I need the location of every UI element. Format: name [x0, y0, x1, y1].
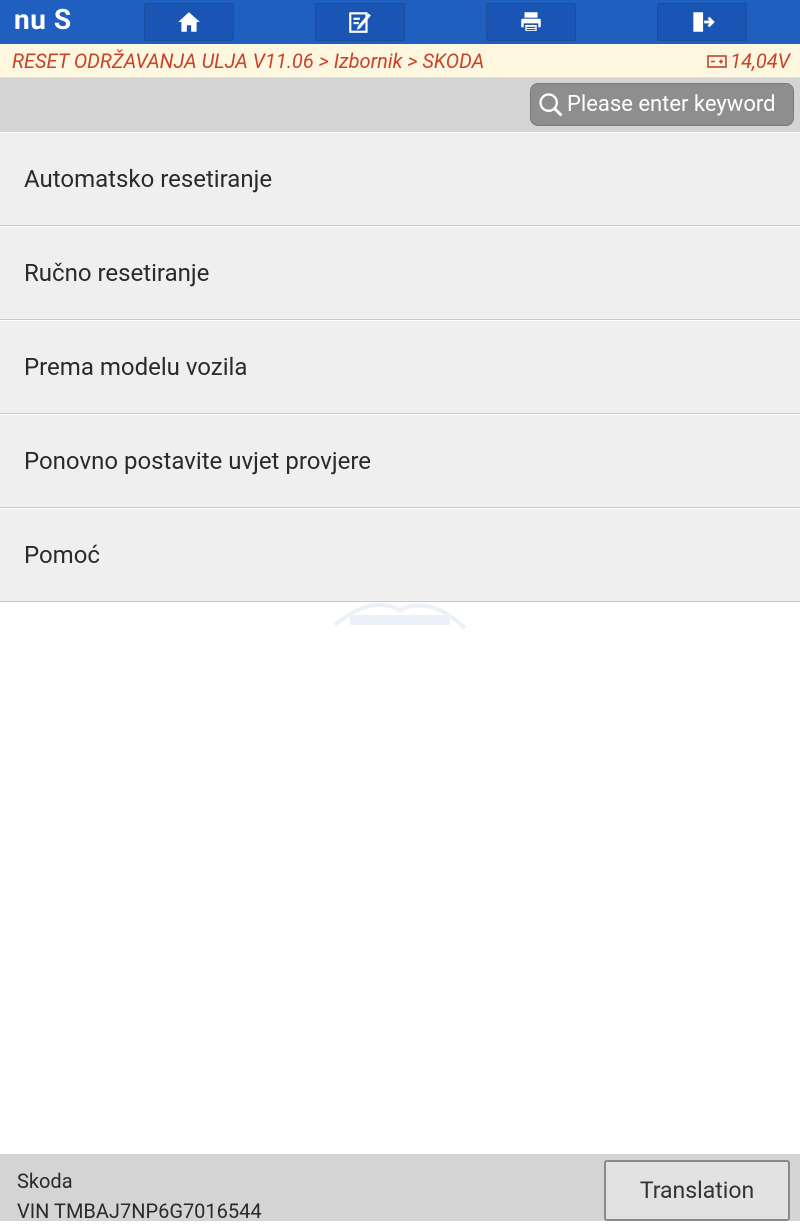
menu-item-label: Pomoć — [24, 541, 100, 569]
search-bar — [0, 78, 800, 132]
watermark-logo — [333, 603, 467, 630]
breadcrumb-bar: RESET ODRŽAVANJA ULJA V11.06 > Izbornik … — [0, 44, 800, 78]
vehicle-make: Skoda — [17, 1169, 73, 1193]
vehicle-info-bar: Skoda VIN TMBAJ7NP6G7016544 Translation — [0, 1154, 800, 1223]
vehicle-vin: VIN TMBAJ7NP6G7016544 — [17, 1199, 262, 1223]
translation-button[interactable]: Translation — [604, 1160, 790, 1221]
exit-button[interactable] — [657, 3, 747, 41]
top-toolbar: nu S — [0, 0, 800, 44]
home-icon — [178, 12, 200, 32]
search-input[interactable] — [567, 92, 795, 117]
menu-item-label: Ponovno postavite uvjet provjere — [24, 447, 371, 475]
menu-item-manual-reset[interactable]: Ručno resetiranje — [0, 226, 800, 320]
menu-item-label: Prema modelu vozila — [24, 353, 248, 381]
app-title: nu S — [14, 3, 72, 36]
menu-item-by-vehicle-model[interactable]: Prema modelu vozila — [0, 320, 800, 414]
print-button[interactable] — [486, 3, 576, 41]
menu-item-automatic-reset[interactable]: Automatsko resetiranje — [0, 132, 800, 226]
home-button[interactable] — [144, 3, 234, 41]
edit-report-icon — [349, 12, 371, 33]
search-icon — [539, 92, 563, 117]
battery-voltage: 14,04V — [707, 49, 790, 73]
search-box[interactable] — [530, 83, 795, 126]
print-icon — [521, 12, 541, 33]
battery-icon — [707, 55, 728, 68]
function-menu: Automatsko resetiranje Ručno resetiranje… — [0, 132, 800, 602]
menu-item-reset-inspection[interactable]: Ponovno postavite uvjet provjere — [0, 414, 800, 508]
breadcrumb: RESET ODRŽAVANJA ULJA V11.06 > Izbornik … — [12, 49, 485, 73]
voltage-value: 14,04V — [730, 49, 790, 73]
menu-item-label: Ručno resetiranje — [24, 259, 210, 287]
edit-report-button[interactable] — [315, 3, 405, 41]
menu-item-label: Automatsko resetiranje — [24, 165, 273, 193]
vehicle-info: Skoda VIN TMBAJ7NP6G7016544 — [17, 1166, 262, 1226]
exit-icon — [693, 12, 715, 32]
menu-item-help[interactable]: Pomoć — [0, 508, 800, 602]
